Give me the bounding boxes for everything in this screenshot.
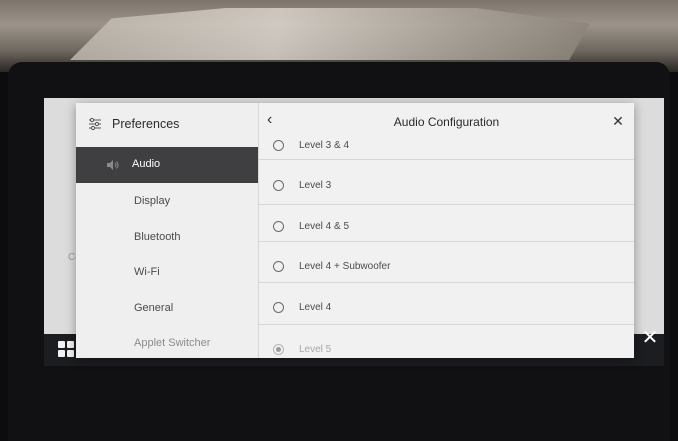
- sidebar-item-label: Bluetooth: [134, 231, 181, 243]
- option-label: Level 4 & 5: [299, 221, 350, 232]
- radio-button[interactable]: [273, 261, 284, 272]
- option-label: Level 5: [299, 344, 332, 355]
- sidebar-item-display[interactable]: Display: [76, 184, 258, 220]
- option-level-3[interactable]: Level 3: [259, 160, 634, 205]
- preferences-dialog: Preferences Audio Display Bluetooth Wi-F…: [76, 103, 634, 358]
- radio-button-selected[interactable]: [273, 344, 284, 355]
- speaker-icon: [107, 160, 119, 170]
- sidebar-header: Preferences: [76, 103, 258, 147]
- option-level-4-and-5[interactable]: Level 4 & 5: [259, 205, 634, 242]
- apps-grid-icon[interactable]: [58, 341, 74, 357]
- option-level-3-and-4[interactable]: Level 3 & 4: [259, 123, 634, 160]
- photo-sheen: [70, 8, 590, 60]
- option-label: Level 3 & 4: [299, 140, 350, 151]
- option-label: Level 4: [299, 302, 332, 313]
- outer-close-icon[interactable]: ✕: [636, 324, 664, 352]
- sidebar-item-audio[interactable]: Audio: [76, 147, 258, 183]
- sidebar-item-label: Applet Switcher: [134, 337, 211, 349]
- option-level-5[interactable]: Level 5: [259, 325, 634, 358]
- sidebar-item-label: Wi-Fi: [134, 266, 160, 278]
- sidebar: Preferences Audio Display Bluetooth Wi-F…: [76, 103, 259, 358]
- radio-button[interactable]: [273, 302, 284, 313]
- sidebar-item-applet-switcher[interactable]: Applet Switcher: [76, 326, 258, 358]
- radio-button[interactable]: [273, 140, 284, 151]
- option-label: Level 4 + Subwoofer: [299, 261, 391, 272]
- sidebar-item-general[interactable]: General: [76, 291, 258, 327]
- option-level-4-subwoofer[interactable]: Level 4 + Subwoofer: [259, 242, 634, 283]
- sidebar-item-label: Display: [134, 195, 171, 207]
- audio-configuration-panel: ‹ Audio Configuration ✕ Level 3 & 4 Leve…: [259, 103, 634, 358]
- sidebar-item-label: General: [134, 302, 174, 314]
- radio-button[interactable]: [273, 180, 284, 191]
- sidebar-title: Preferences: [112, 117, 180, 131]
- sidebar-item-wifi[interactable]: Wi-Fi: [76, 255, 258, 291]
- settings-sliders-icon: [89, 117, 101, 131]
- option-level-4[interactable]: Level 4: [259, 283, 634, 325]
- sidebar-item-bluetooth[interactable]: Bluetooth: [76, 220, 258, 256]
- option-label: Level 3: [299, 180, 332, 191]
- sidebar-item-label: Audio: [132, 158, 161, 170]
- radio-button[interactable]: [273, 221, 284, 232]
